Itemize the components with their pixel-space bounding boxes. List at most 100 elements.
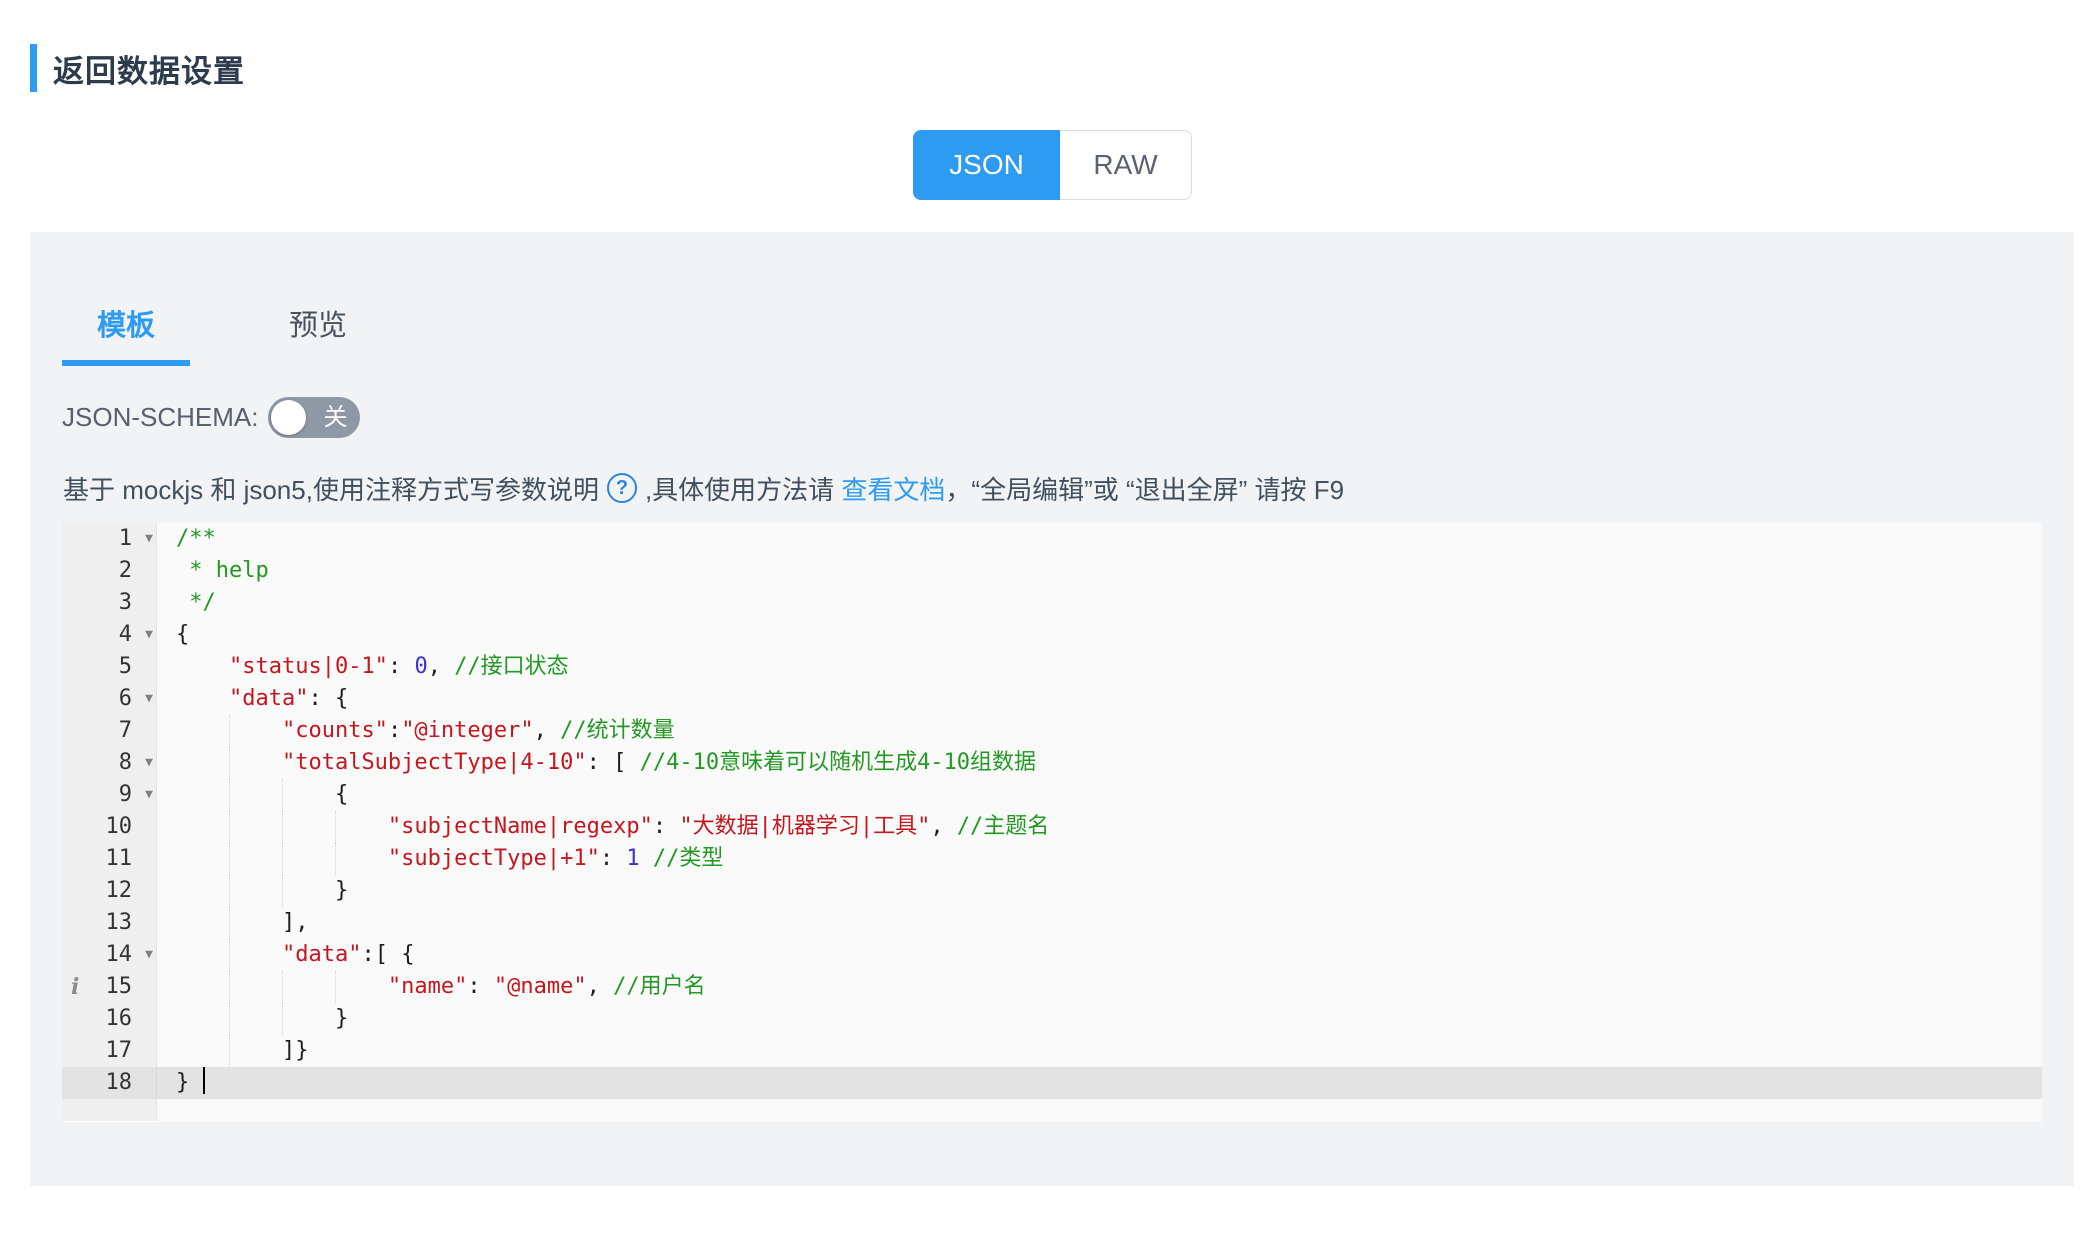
code-content[interactable]: { bbox=[157, 619, 2042, 651]
code-token: //接口状态 bbox=[454, 654, 569, 679]
code-line-12[interactable]: 12 } bbox=[62, 875, 2042, 907]
fold-icon[interactable]: ▼ bbox=[145, 779, 153, 811]
code-line-16[interactable]: 16 } bbox=[62, 1003, 2042, 1035]
indent-guide bbox=[229, 939, 230, 971]
code-token: "counts" bbox=[282, 718, 388, 743]
code-content[interactable]: /** bbox=[157, 523, 2042, 555]
code-content[interactable]: */ bbox=[157, 587, 2042, 619]
line-number: 14 bbox=[106, 939, 133, 971]
code-token: //4-10意味着可以随机生成4-10组数据 bbox=[640, 750, 1036, 775]
indent-guide bbox=[282, 779, 283, 811]
line-number: 7 bbox=[119, 715, 132, 747]
fold-icon[interactable]: ▼ bbox=[145, 747, 153, 779]
code-line-9[interactable]: 9 ▼ { bbox=[62, 779, 2042, 811]
tab-preview[interactable]: 预览 bbox=[254, 286, 382, 366]
code-token: :[ { bbox=[361, 942, 414, 967]
gutter-cell: 4▼ bbox=[62, 619, 157, 651]
code-line-17[interactable]: 17 ]} bbox=[62, 1035, 2042, 1067]
indent-guide bbox=[335, 971, 336, 1003]
gutter-cell: 8▼ bbox=[62, 747, 157, 779]
code-line-14[interactable]: 14 ▼ "data":[ { bbox=[62, 939, 2042, 971]
code-token: "@integer" bbox=[401, 718, 533, 743]
json-schema-toggle[interactable]: 关 bbox=[268, 397, 360, 438]
code-content[interactable]: "name": "@name", //用户名 bbox=[157, 971, 2042, 1003]
help-icon[interactable]: ? bbox=[607, 473, 637, 503]
fold-icon[interactable]: ▼ bbox=[145, 683, 153, 715]
code-token: : bbox=[388, 654, 415, 679]
code-token: //主题名 bbox=[957, 814, 1050, 839]
code-indent bbox=[176, 782, 335, 807]
code-line-6[interactable]: 6▼ "data": { bbox=[62, 683, 2042, 715]
code-editor[interactable]: 1▼/**2 * help3 */4▼ {5 "status|0-1": 0, /… bbox=[62, 523, 2042, 1122]
code-content[interactable]: "totalSubjectType|4-10": [ //4-10意味着可以随机… bbox=[157, 747, 2042, 779]
fold-icon[interactable]: ▼ bbox=[145, 523, 153, 555]
code-line-4[interactable]: 4▼ { bbox=[62, 619, 2042, 651]
code-token: { bbox=[176, 622, 189, 647]
code-line-1[interactable]: 1▼/** bbox=[62, 523, 2042, 555]
code-content[interactable]: "counts":"@integer", //统计数量 bbox=[157, 715, 2042, 747]
code-token: : bbox=[600, 846, 627, 871]
fold-icon[interactable]: ▼ bbox=[145, 619, 153, 651]
indent-guide bbox=[229, 843, 230, 875]
gutter-cell: 18 bbox=[62, 1067, 157, 1099]
gutter-cell: 14 ▼ bbox=[62, 939, 157, 971]
gutter-cell: 12 bbox=[62, 875, 157, 907]
line-number: 8 bbox=[119, 747, 132, 779]
code-token: "subjectName|regexp" bbox=[388, 814, 653, 839]
indent-guide bbox=[282, 1003, 283, 1035]
code-token: "@name" bbox=[494, 974, 587, 999]
code-token: : [ bbox=[587, 750, 640, 775]
line-number: 2 bbox=[119, 555, 132, 587]
code-content[interactable]: } bbox=[157, 1003, 2042, 1035]
line-number: 12 bbox=[106, 875, 133, 907]
code-content[interactable]: ], bbox=[157, 907, 2042, 939]
code-content[interactable]: "data":[ { bbox=[157, 939, 2042, 971]
code-content[interactable]: "subjectName|regexp": "大数据|机器学习|工具", //主… bbox=[157, 811, 2042, 843]
code-content[interactable]: } bbox=[157, 1067, 2042, 1099]
code-token: : bbox=[653, 814, 680, 839]
code-line-11[interactable]: 11 "subjectType|+1": 1 //类型 bbox=[62, 843, 2042, 875]
code-line-2[interactable]: 2 * help bbox=[62, 555, 2042, 587]
line-number: 9 bbox=[119, 779, 132, 811]
json-format-button[interactable]: JSON bbox=[913, 130, 1060, 200]
tab-template[interactable]: 模板 bbox=[62, 286, 190, 366]
code-line-15[interactable]: i15 "name": "@name", //用户名 bbox=[62, 971, 2042, 1003]
code-line-13[interactable]: 13 ], bbox=[62, 907, 2042, 939]
gutter-cell: 5 bbox=[62, 651, 157, 683]
code-token: "name" bbox=[388, 974, 467, 999]
code-token: "大数据|机器学习|工具" bbox=[679, 814, 930, 839]
code-token: } bbox=[335, 1006, 348, 1031]
code-content[interactable]: ]} bbox=[157, 1035, 2042, 1067]
gutter-filler bbox=[62, 1099, 157, 1121]
editor-filler bbox=[62, 1099, 2042, 1121]
code-token: "data" bbox=[229, 686, 308, 711]
info-icon[interactable]: i bbox=[71, 971, 79, 1003]
fold-icon[interactable]: ▼ bbox=[145, 939, 153, 971]
code-token: "data" bbox=[282, 942, 361, 967]
indent-guide bbox=[282, 843, 283, 875]
code-token: 0 bbox=[414, 654, 427, 679]
code-line-8[interactable]: 8▼ "totalSubjectType|4-10": [ //4-10意味着可… bbox=[62, 747, 2042, 779]
settings-panel: 模板 预览 JSON-SCHEMA: 关 基于 mockjs 和 json5,使… bbox=[30, 232, 2074, 1186]
indent-guide bbox=[229, 875, 230, 907]
code-content[interactable]: { bbox=[157, 779, 2042, 811]
view-docs-link[interactable]: 查看文档 bbox=[841, 470, 945, 507]
code-line-7[interactable]: 7 "counts":"@integer", //统计数量 bbox=[62, 715, 2042, 747]
code-content[interactable]: "data": { bbox=[157, 683, 2042, 715]
indent-guide bbox=[335, 843, 336, 875]
instructions-part2: ,具体使用方法请 bbox=[645, 470, 841, 507]
code-content[interactable]: * help bbox=[157, 555, 2042, 587]
code-line-18[interactable]: 18} bbox=[62, 1067, 2042, 1099]
code-line-10[interactable]: 10 "subjectName|regexp": "大数据|机器学习|工具", … bbox=[62, 811, 2042, 843]
code-content[interactable]: "subjectType|+1": 1 //类型 bbox=[157, 843, 2042, 875]
code-token: { bbox=[335, 782, 348, 807]
code-line-5[interactable]: 5 "status|0-1": 0, //接口状态 bbox=[62, 651, 2042, 683]
title-accent-bar bbox=[30, 44, 37, 92]
toggle-state-label: 关 bbox=[323, 397, 347, 438]
line-number: 10 bbox=[106, 811, 133, 843]
raw-format-button[interactable]: RAW bbox=[1060, 130, 1192, 200]
code-content[interactable]: "status|0-1": 0, //接口状态 bbox=[157, 651, 2042, 683]
code-line-3[interactable]: 3 */ bbox=[62, 587, 2042, 619]
page-title: 返回数据设置 bbox=[53, 46, 245, 91]
code-content[interactable]: } bbox=[157, 875, 2042, 907]
